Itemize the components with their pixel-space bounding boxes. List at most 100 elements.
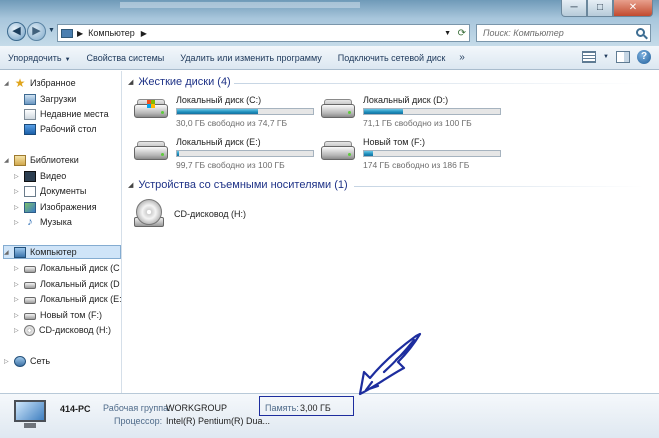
minimize-button[interactable]: ─	[561, 0, 587, 17]
nav-item-images[interactable]: ▷ Изображения	[14, 200, 97, 214]
drive-name: Локальный диск (C:)	[176, 95, 262, 105]
drive-tile-e[interactable]: Локальный диск (E:) 99,7 ГБ свободно из …	[134, 137, 314, 173]
video-icon	[24, 170, 36, 182]
collapse-arrow-icon[interactable]: ◢	[128, 181, 133, 189]
back-button[interactable]: ◀	[7, 22, 26, 41]
nav-item-label: Новый том (F:)	[40, 310, 102, 320]
nav-item-cd-drive[interactable]: ▷ CD-дисковод (H:)	[14, 323, 111, 337]
drive-name: Локальный диск (E:)	[176, 137, 261, 147]
expand-arrow-icon[interactable]: ▷	[14, 296, 22, 303]
drive-tile-c[interactable]: Локальный диск (C:) 30,0 ГБ свободно из …	[134, 95, 314, 131]
network-icon	[14, 355, 26, 367]
expand-arrow-icon[interactable]: ▷	[4, 358, 12, 365]
hard-drive-icon	[321, 140, 355, 166]
uninstall-program-button[interactable]: Удалить или изменить программу	[172, 46, 329, 70]
close-button[interactable]: ✕	[613, 0, 653, 17]
expand-arrow-icon[interactable]: ▷	[14, 188, 22, 195]
collapse-arrow-icon[interactable]: ◢	[128, 78, 133, 86]
nav-item-label: Видео	[40, 171, 67, 181]
forward-button[interactable]: ▶	[27, 22, 46, 41]
nav-item-documents[interactable]: ▷ Документы	[14, 184, 86, 198]
drive-free-space: 174 ГБ свободно из 186 ГБ	[363, 160, 470, 170]
system-properties-button[interactable]: Свойства системы	[79, 46, 173, 70]
drive-usage-bar	[176, 108, 314, 115]
drive-usage-fill	[177, 151, 179, 156]
nav-item-video[interactable]: ▷ Видео	[14, 169, 66, 183]
nav-item-label: CD-дисковод (H:)	[39, 325, 112, 335]
search-input[interactable]: Поиск: Компьютер	[476, 24, 651, 42]
nav-item-label: Изображения	[40, 202, 97, 212]
collapse-arrow-icon[interactable]: ◢	[4, 80, 12, 87]
expand-arrow-icon[interactable]: ▷	[14, 173, 22, 180]
download-icon	[24, 93, 36, 105]
star-icon: ★	[14, 75, 26, 90]
nav-item-drive-c[interactable]: ▷ Локальный диск (C	[14, 261, 120, 275]
breadcrumb-computer[interactable]: Компьютер	[88, 28, 135, 38]
workgroup-label: Рабочая группа:	[103, 403, 171, 413]
nav-item-drive-e[interactable]: ▷ Локальный диск (E:	[14, 292, 121, 306]
expand-arrow-icon[interactable]: ▷	[14, 219, 22, 226]
collapse-arrow-icon[interactable]: ◢	[4, 157, 12, 164]
group-header-hard-drives[interactable]: ◢ Жесткие диски (4)	[128, 76, 231, 88]
group-header-removable[interactable]: ◢ Устройства со съемными носителями (1)	[128, 179, 348, 191]
cd-drive-icon	[24, 324, 35, 336]
drive-tile-f[interactable]: Новый том (F:) 174 ГБ свободно из 186 ГБ	[321, 137, 501, 173]
maximize-button[interactable]: □	[587, 0, 613, 17]
navigation-pane[interactable]: ◢ ★ Избранное Загрузки Недавние места Ра…	[0, 71, 122, 393]
expand-arrow-icon[interactable]: ▷	[14, 312, 22, 319]
nav-item-desktop[interactable]: Рабочий стол	[24, 122, 97, 136]
organize-button[interactable]: Упорядочить ▼	[0, 46, 79, 70]
nav-item-downloads[interactable]: Загрузки	[24, 92, 76, 106]
nav-item-label: Музыка	[40, 217, 72, 227]
nav-item-label: Документы	[40, 186, 87, 196]
view-dropdown-icon[interactable]: ▼	[603, 54, 609, 60]
images-icon	[24, 201, 36, 213]
expand-arrow-icon[interactable]: ▷	[14, 265, 22, 272]
nav-favorites[interactable]: ◢ ★ Избранное	[4, 76, 76, 90]
nav-libraries[interactable]: ◢ Библиотеки	[4, 153, 79, 167]
recent-pages-dropdown-icon[interactable]: ▼	[48, 27, 55, 34]
nav-network[interactable]: ▷ Сеть	[4, 354, 50, 368]
cd-drive-tile[interactable]: CD-дисковод (H:)	[122, 199, 282, 235]
hard-drive-icon	[134, 140, 168, 166]
drive-free-space: 30,0 ГБ свободно из 74,7 ГБ	[176, 118, 288, 128]
expand-arrow-icon[interactable]: ▷	[14, 327, 22, 334]
nav-item-drive-f[interactable]: ▷ Новый том (F:)	[14, 308, 102, 322]
nav-item-label: Недавние места	[40, 109, 109, 119]
change-view-icon[interactable]	[582, 51, 597, 63]
computer-icon	[12, 400, 48, 430]
drive-name: Новый том (F:)	[363, 137, 425, 147]
search-icon[interactable]	[636, 28, 645, 37]
expand-arrow-icon[interactable]: ▷	[14, 204, 22, 211]
collapse-arrow-icon[interactable]: ◢	[4, 249, 12, 256]
nav-computer-label: Компьютер	[30, 247, 77, 257]
address-bar[interactable]: ▶ Компьютер ▶ ▼ ⟳	[57, 24, 470, 42]
preview-pane-icon[interactable]	[616, 51, 630, 63]
help-icon[interactable]: ?	[637, 50, 651, 64]
nav-item-drive-d[interactable]: ▷ Локальный диск (D	[14, 277, 120, 291]
drive-usage-fill	[364, 109, 404, 114]
hard-drive-icon	[321, 98, 355, 124]
expand-arrow-icon[interactable]: ▷	[14, 281, 22, 288]
processor-label: Процессор:	[114, 416, 163, 426]
music-icon: ♪	[27, 215, 33, 228]
breadcrumb-chevron-icon[interactable]: ▶	[141, 29, 147, 38]
address-dropdown-icon[interactable]: ▼	[444, 30, 451, 37]
nav-favorites-label: Избранное	[30, 78, 76, 88]
nav-item-recent-places[interactable]: Недавние места	[24, 107, 109, 121]
drive-icon	[24, 281, 36, 289]
refresh-icon[interactable]: ⟳	[458, 28, 466, 39]
breadcrumb-separator-icon[interactable]: ▶	[77, 29, 83, 38]
recent-places-icon	[24, 108, 36, 120]
nav-item-music[interactable]: ▷ ♪ Музыка	[14, 215, 72, 229]
title-bar: ─ □ ✕ ◀ ▶ ▼ ▶ Компьютер ▶ ▼ ⟳ Поиск: Ком…	[0, 0, 659, 46]
computer-icon	[14, 246, 26, 258]
nav-computer[interactable]: ◢ Компьютер	[3, 245, 121, 259]
map-network-drive-button[interactable]: Подключить сетевой диск	[330, 46, 454, 70]
chevron-down-icon: ▼	[64, 56, 71, 63]
drive-tile-d[interactable]: Локальный диск (D:) 71,1 ГБ свободно из …	[321, 95, 501, 131]
cd-drive-icon	[134, 199, 164, 229]
group-header-label: Жесткие диски (4)	[138, 76, 231, 88]
more-commands-button[interactable]: »	[453, 52, 471, 63]
nav-network-label: Сеть	[30, 356, 51, 366]
